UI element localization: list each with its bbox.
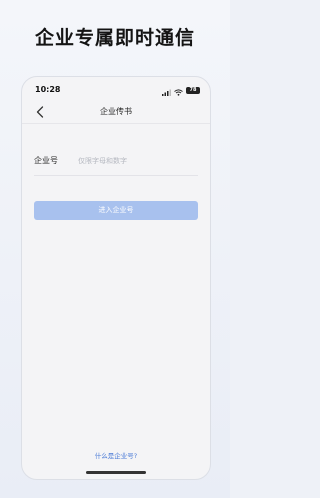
wifi-icon xyxy=(174,81,183,100)
home-indicator xyxy=(86,471,146,474)
enterprise-id-row: 企业号 xyxy=(34,149,198,176)
promo-headline: 企业专属即时通信 xyxy=(34,27,195,49)
phone-frame: 10:28 78 企业传书 企业号 仅限字母和数字 进入企业号 什么是企业号? xyxy=(21,76,211,480)
enterprise-id-input[interactable] xyxy=(78,152,196,170)
status-bar: 10:28 78 xyxy=(22,77,210,101)
enter-enterprise-button[interactable]: 进入企业号 xyxy=(34,201,198,220)
signal-icon xyxy=(162,81,171,100)
nav-bar: 企业传书 xyxy=(22,101,210,124)
enterprise-id-label: 企业号 xyxy=(34,156,58,165)
nav-title: 企业传书 xyxy=(100,107,132,116)
status-icons: 78 xyxy=(162,85,200,96)
status-time: 10:28 xyxy=(35,85,61,94)
battery-icon: 78 xyxy=(186,86,200,94)
what-is-enterprise-link[interactable]: 什么是企业号? xyxy=(22,451,210,461)
app-store-screenshot: 企业专属即时通信 10:28 78 企业传书 企业号 仅限字母和数字 进入企业号… xyxy=(0,0,230,498)
